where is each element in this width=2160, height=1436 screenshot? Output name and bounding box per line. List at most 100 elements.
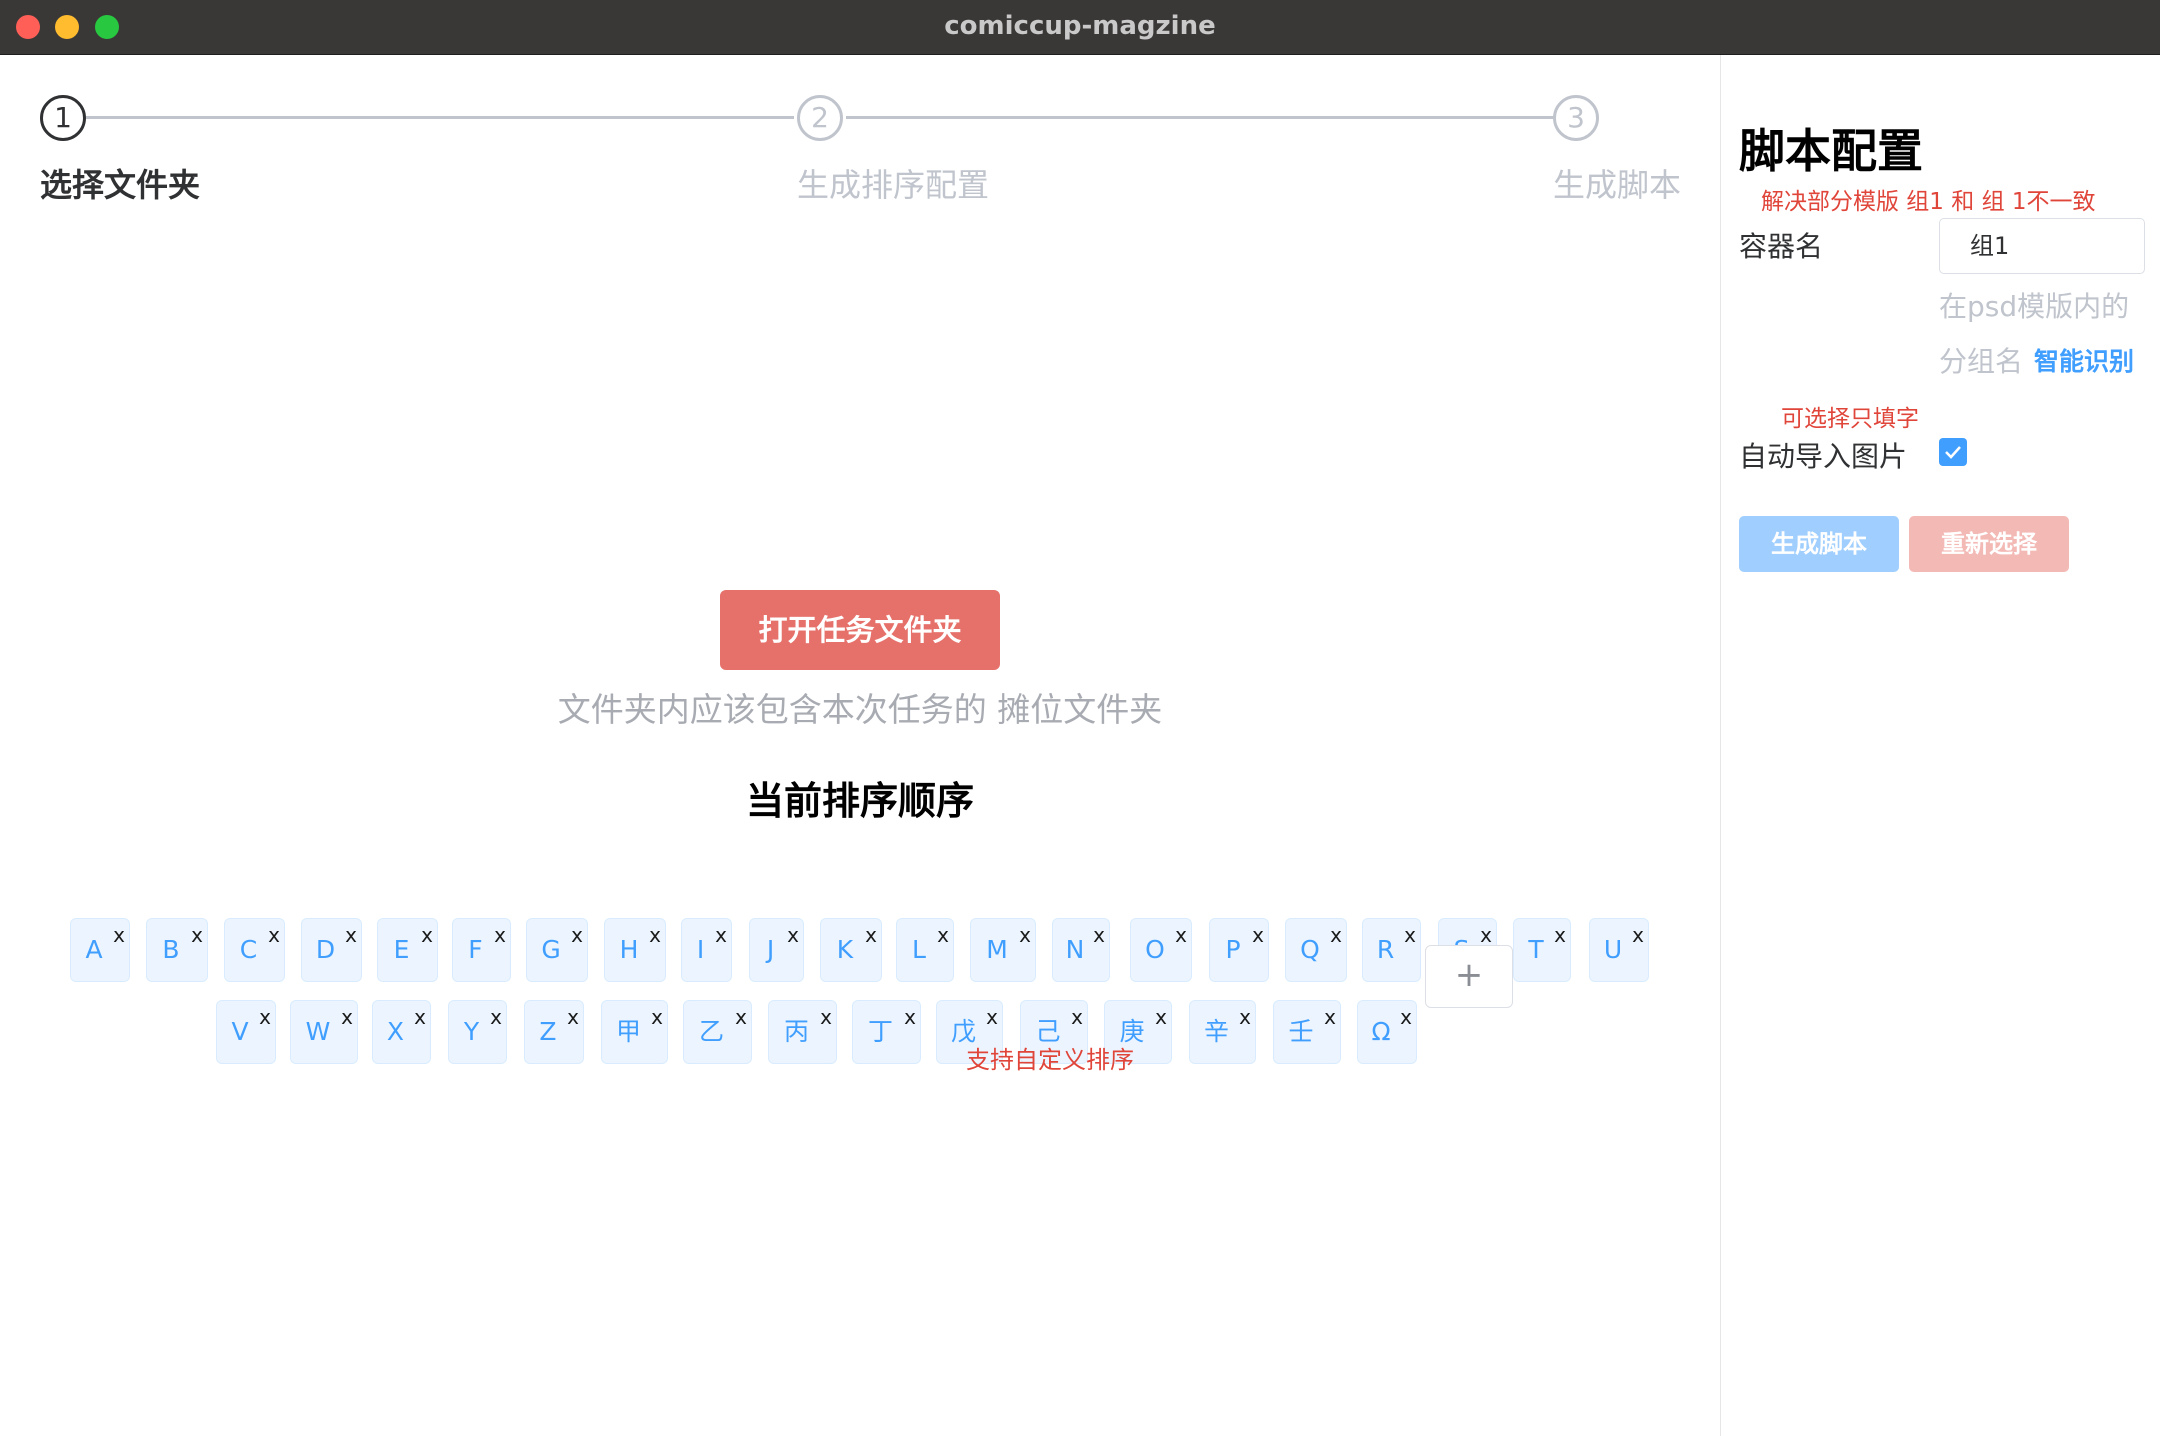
main-panel: 1 2 3 选择文件夹 生成排序配置 生成脚本 打开任务文件夹 文件夹内应该包含… [0, 55, 1720, 1436]
order-tag[interactable]: Mx [970, 918, 1036, 982]
order-tag[interactable]: Lx [896, 918, 954, 982]
order-tag[interactable]: Dx [301, 918, 362, 982]
tag-close-icon[interactable]: x [1330, 925, 1342, 945]
tag-close-icon[interactable]: x [787, 925, 799, 945]
tag-close-icon[interactable]: x [1175, 925, 1187, 945]
app-window: comiccup-magzine 1 2 3 选择文件夹 生成排序配置 生成脚本… [0, 0, 2160, 1436]
order-tag[interactable]: Kx [820, 918, 882, 982]
order-tag[interactable]: Nx [1052, 918, 1110, 982]
order-tag[interactable]: Gx [526, 918, 588, 982]
tag-close-icon[interactable]: x [1400, 1007, 1412, 1027]
tag-close-icon[interactable]: x [986, 1007, 998, 1027]
tag-close-icon[interactable]: x [259, 1007, 271, 1027]
folder-hint: 文件夹内应该包含本次任务的 摊位文件夹 [557, 690, 1163, 729]
order-tag-label: U [1603, 935, 1623, 964]
add-tag-button[interactable]: + [1425, 945, 1513, 1008]
sidebar-title: 脚本配置 [1739, 124, 1923, 178]
order-tag-label: L [912, 935, 926, 964]
order-tag-label: N [1065, 935, 1085, 964]
order-tag-label: F [468, 935, 483, 964]
order-tag[interactable]: Ox [1130, 918, 1192, 982]
tag-close-icon[interactable]: x [1480, 925, 1492, 945]
order-tag[interactable]: Fx [452, 918, 511, 982]
step-1-icon: 1 [40, 95, 86, 141]
tag-close-icon[interactable]: x [865, 925, 877, 945]
tag-close-icon[interactable]: x [567, 1007, 579, 1027]
order-tag-label: T [1528, 935, 1544, 964]
order-tag-label: D [315, 935, 336, 964]
order-tag-label: O [1145, 935, 1165, 964]
tag-close-icon[interactable]: x [904, 1007, 916, 1027]
tag-close-icon[interactable]: x [820, 1007, 832, 1027]
order-tag-label: C [239, 935, 258, 964]
order-tag[interactable]: Qx [1285, 918, 1347, 982]
tag-close-icon[interactable]: x [414, 1007, 426, 1027]
container-name-input[interactable]: 组1 [1939, 218, 2145, 274]
tag-close-icon[interactable]: x [937, 925, 949, 945]
tag-close-icon[interactable]: x [1239, 1007, 1251, 1027]
check-icon [1945, 446, 1961, 459]
order-tag-label: M [986, 935, 1008, 964]
tag-close-icon[interactable]: x [1554, 925, 1566, 945]
order-tag[interactable]: Cx [224, 918, 285, 982]
tag-close-icon[interactable]: x [1093, 925, 1105, 945]
order-tag[interactable]: Ax [70, 918, 130, 982]
order-tag-label: B [162, 935, 180, 964]
container-desc-line-2: 分组名 [1939, 345, 2024, 378]
tag-close-icon[interactable]: x [571, 925, 583, 945]
template-warning: 解决部分模版 组1 和 组 1不一致 [1761, 189, 2096, 215]
order-tag-label: R [1376, 935, 1395, 964]
tag-close-icon[interactable]: x [113, 925, 125, 945]
step-2-icon: 2 [797, 95, 843, 141]
order-tag-label: P [1225, 935, 1241, 964]
tag-close-icon[interactable]: x [421, 925, 433, 945]
order-tag-label: H [619, 935, 639, 964]
tag-close-icon[interactable]: x [1252, 925, 1264, 945]
order-tag[interactable]: Jx [749, 918, 804, 982]
order-tag[interactable]: Ix [681, 918, 732, 982]
tag-close-icon[interactable]: x [345, 925, 357, 945]
smart-detect-link[interactable]: 智能识别 [2034, 342, 2134, 378]
auto-import-label: 自动导入图片 [1739, 440, 1908, 473]
tag-close-icon[interactable]: x [735, 1007, 747, 1027]
step-3-title: 生成脚本 [1553, 166, 1682, 204]
window-title: comiccup-magzine [944, 11, 1216, 41]
tag-close-icon[interactable]: x [1019, 925, 1031, 945]
tag-close-icon[interactable]: x [651, 1007, 663, 1027]
generate-script-button[interactable]: 生成脚本 [1739, 516, 1899, 572]
step-2-title: 生成排序配置 [797, 166, 990, 204]
tag-close-icon[interactable]: x [1404, 925, 1416, 945]
reselect-button[interactable]: 重新选择 [1909, 516, 2069, 572]
container-name-label: 容器名 [1739, 230, 1824, 263]
tag-close-icon[interactable]: x [191, 925, 203, 945]
order-tag-label: A [85, 935, 103, 964]
order-tag[interactable]: Ux [1589, 918, 1649, 982]
tag-close-icon[interactable]: x [1632, 925, 1644, 945]
order-tag-label: E [393, 935, 410, 964]
open-task-folder-button[interactable]: 打开任务文件夹 [720, 590, 1000, 670]
order-tag-label: J [766, 935, 775, 964]
tag-close-icon[interactable]: x [715, 925, 727, 945]
tag-close-icon[interactable]: x [494, 925, 506, 945]
tag-close-icon[interactable]: x [1324, 1007, 1336, 1027]
order-tag-label: K [836, 935, 854, 964]
order-tag[interactable]: Tx [1513, 918, 1571, 982]
order-tag[interactable]: Bx [146, 918, 208, 982]
tag-close-icon[interactable]: x [268, 925, 280, 945]
step-1-title: 选择文件夹 [40, 166, 201, 204]
step-3-icon: 3 [1553, 95, 1599, 141]
optional-note: 可选择只填字 [1781, 406, 1919, 432]
step-connector-1 [86, 116, 794, 119]
order-tag[interactable]: Px [1209, 918, 1269, 982]
tag-close-icon[interactable]: x [1155, 1007, 1167, 1027]
step-connector-2 [846, 116, 1554, 119]
tag-close-icon[interactable]: x [649, 925, 661, 945]
order-tag[interactable]: Hx [604, 918, 666, 982]
auto-import-checkbox[interactable] [1939, 438, 1967, 466]
tag-close-icon[interactable]: x [1071, 1007, 1083, 1027]
tag-close-icon[interactable]: x [341, 1007, 353, 1027]
order-tag-label: G [541, 935, 561, 964]
order-tag[interactable]: Ex [377, 918, 438, 982]
tag-close-icon[interactable]: x [490, 1007, 502, 1027]
order-tag[interactable]: Rx [1362, 918, 1421, 982]
